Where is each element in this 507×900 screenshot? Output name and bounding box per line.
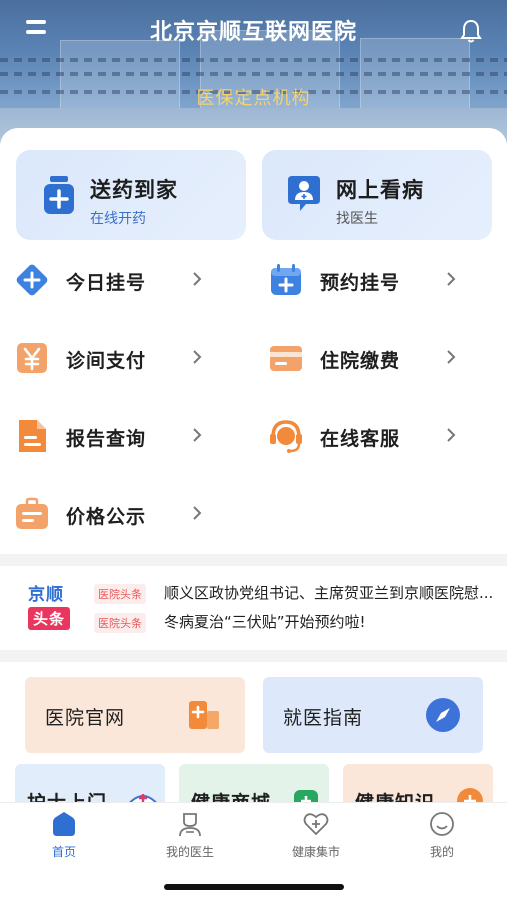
service-label: 住院缴费	[320, 350, 401, 372]
tab-my-doctor[interactable]: 我的医生	[150, 811, 230, 860]
service-online-support[interactable]: 在线客服	[254, 416, 474, 456]
tile-label: 就医指南	[283, 707, 364, 729]
service-inpatient-payment[interactable]: 住院缴费	[254, 338, 474, 378]
tab-label: 健康集市	[291, 845, 340, 859]
document-icon	[19, 420, 46, 452]
quick-links: 医院官网 就医指南 护士上门 健康商城 健康知识	[0, 662, 507, 824]
chevron-right-icon	[193, 350, 202, 364]
tile-medicine-delivery[interactable]: 送药到家 在线开药	[16, 150, 246, 240]
card-icon	[270, 346, 302, 371]
tile-subtitle: 在线开药	[90, 211, 146, 227]
news-ticker: 京顺 头条 医院头条 顺义区政协党组书记、主席贺亚兰到京顺医院慰... 医院头条…	[0, 566, 507, 650]
news-logo-top: 京顺	[28, 585, 64, 605]
chevron-right-icon	[447, 272, 456, 286]
banner-windows	[0, 72, 507, 76]
home-indicator	[164, 884, 344, 890]
home-icon	[53, 812, 75, 836]
doctor-icon	[288, 176, 320, 211]
tab-label: 我的医生	[165, 845, 214, 859]
chevron-right-icon	[447, 350, 456, 364]
plus-diamond-icon	[16, 264, 48, 296]
news-headline[interactable]: 冬病夏治“三伏贴”开始预约啦!	[164, 611, 504, 632]
service-label: 报告查询	[66, 428, 147, 450]
service-label: 在线客服	[320, 428, 401, 450]
service-label: 今日挂号	[66, 272, 147, 294]
services-card: 送药到家 在线开药 网上看病 找医生 今日挂号 预约挂号 诊间支付 住院缴费 报…	[0, 128, 507, 554]
doctor-outline-icon	[179, 813, 201, 837]
heart-plus-icon	[303, 813, 329, 836]
tab-health-market[interactable]: 健康集市	[276, 811, 356, 860]
chevron-right-icon	[447, 428, 456, 442]
service-clinic-payment[interactable]: 诊间支付	[0, 338, 220, 378]
headset-icon	[270, 420, 302, 453]
bell-icon[interactable]	[459, 18, 483, 44]
tile-hospital-website[interactable]: 医院官网	[25, 677, 245, 753]
compass-icon	[426, 698, 460, 732]
tile-label: 医院官网	[45, 707, 126, 729]
calendar-plus-icon	[271, 264, 301, 295]
hospital-icon	[189, 701, 219, 729]
news-logo-bottom: 头条	[28, 607, 71, 630]
medicine-bottle-icon	[44, 176, 74, 214]
yen-icon	[17, 343, 47, 373]
service-appointment[interactable]: 预约挂号	[254, 260, 474, 300]
tile-online-consultation[interactable]: 网上看病 找医生	[262, 150, 492, 240]
service-price-list[interactable]: 价格公示	[0, 494, 220, 534]
banner-windows	[0, 58, 507, 62]
service-today-registration[interactable]: 今日挂号	[0, 260, 220, 300]
chevron-right-icon	[193, 506, 202, 520]
smile-icon	[430, 812, 454, 836]
briefcase-icon	[16, 497, 48, 529]
chevron-right-icon	[193, 272, 202, 286]
tile-visit-guide[interactable]: 就医指南	[263, 677, 483, 753]
tab-label: 首页	[51, 845, 76, 859]
news-tag: 医院头条	[94, 613, 146, 633]
news-tag: 医院头条	[94, 584, 146, 604]
chevron-right-icon	[193, 428, 202, 442]
service-label: 预约挂号	[320, 272, 401, 294]
service-report-query[interactable]: 报告查询	[0, 416, 220, 456]
tile-title: 网上看病	[336, 178, 424, 202]
app-title: 北京京顺互联网医院	[149, 20, 357, 45]
service-label: 诊间支付	[66, 350, 147, 372]
tab-label: 我的	[429, 845, 454, 859]
tile-subtitle: 找医生	[336, 211, 378, 227]
tile-title: 送药到家	[90, 178, 178, 202]
service-label: 价格公示	[66, 506, 147, 528]
tab-home[interactable]: 首页	[24, 811, 104, 860]
news-headline[interactable]: 顺义区政协党组书记、主席贺亚兰到京顺医院慰...	[164, 582, 504, 603]
insurance-subtitle: 医保定点机构	[196, 88, 311, 109]
tab-profile[interactable]: 我的	[402, 811, 482, 860]
